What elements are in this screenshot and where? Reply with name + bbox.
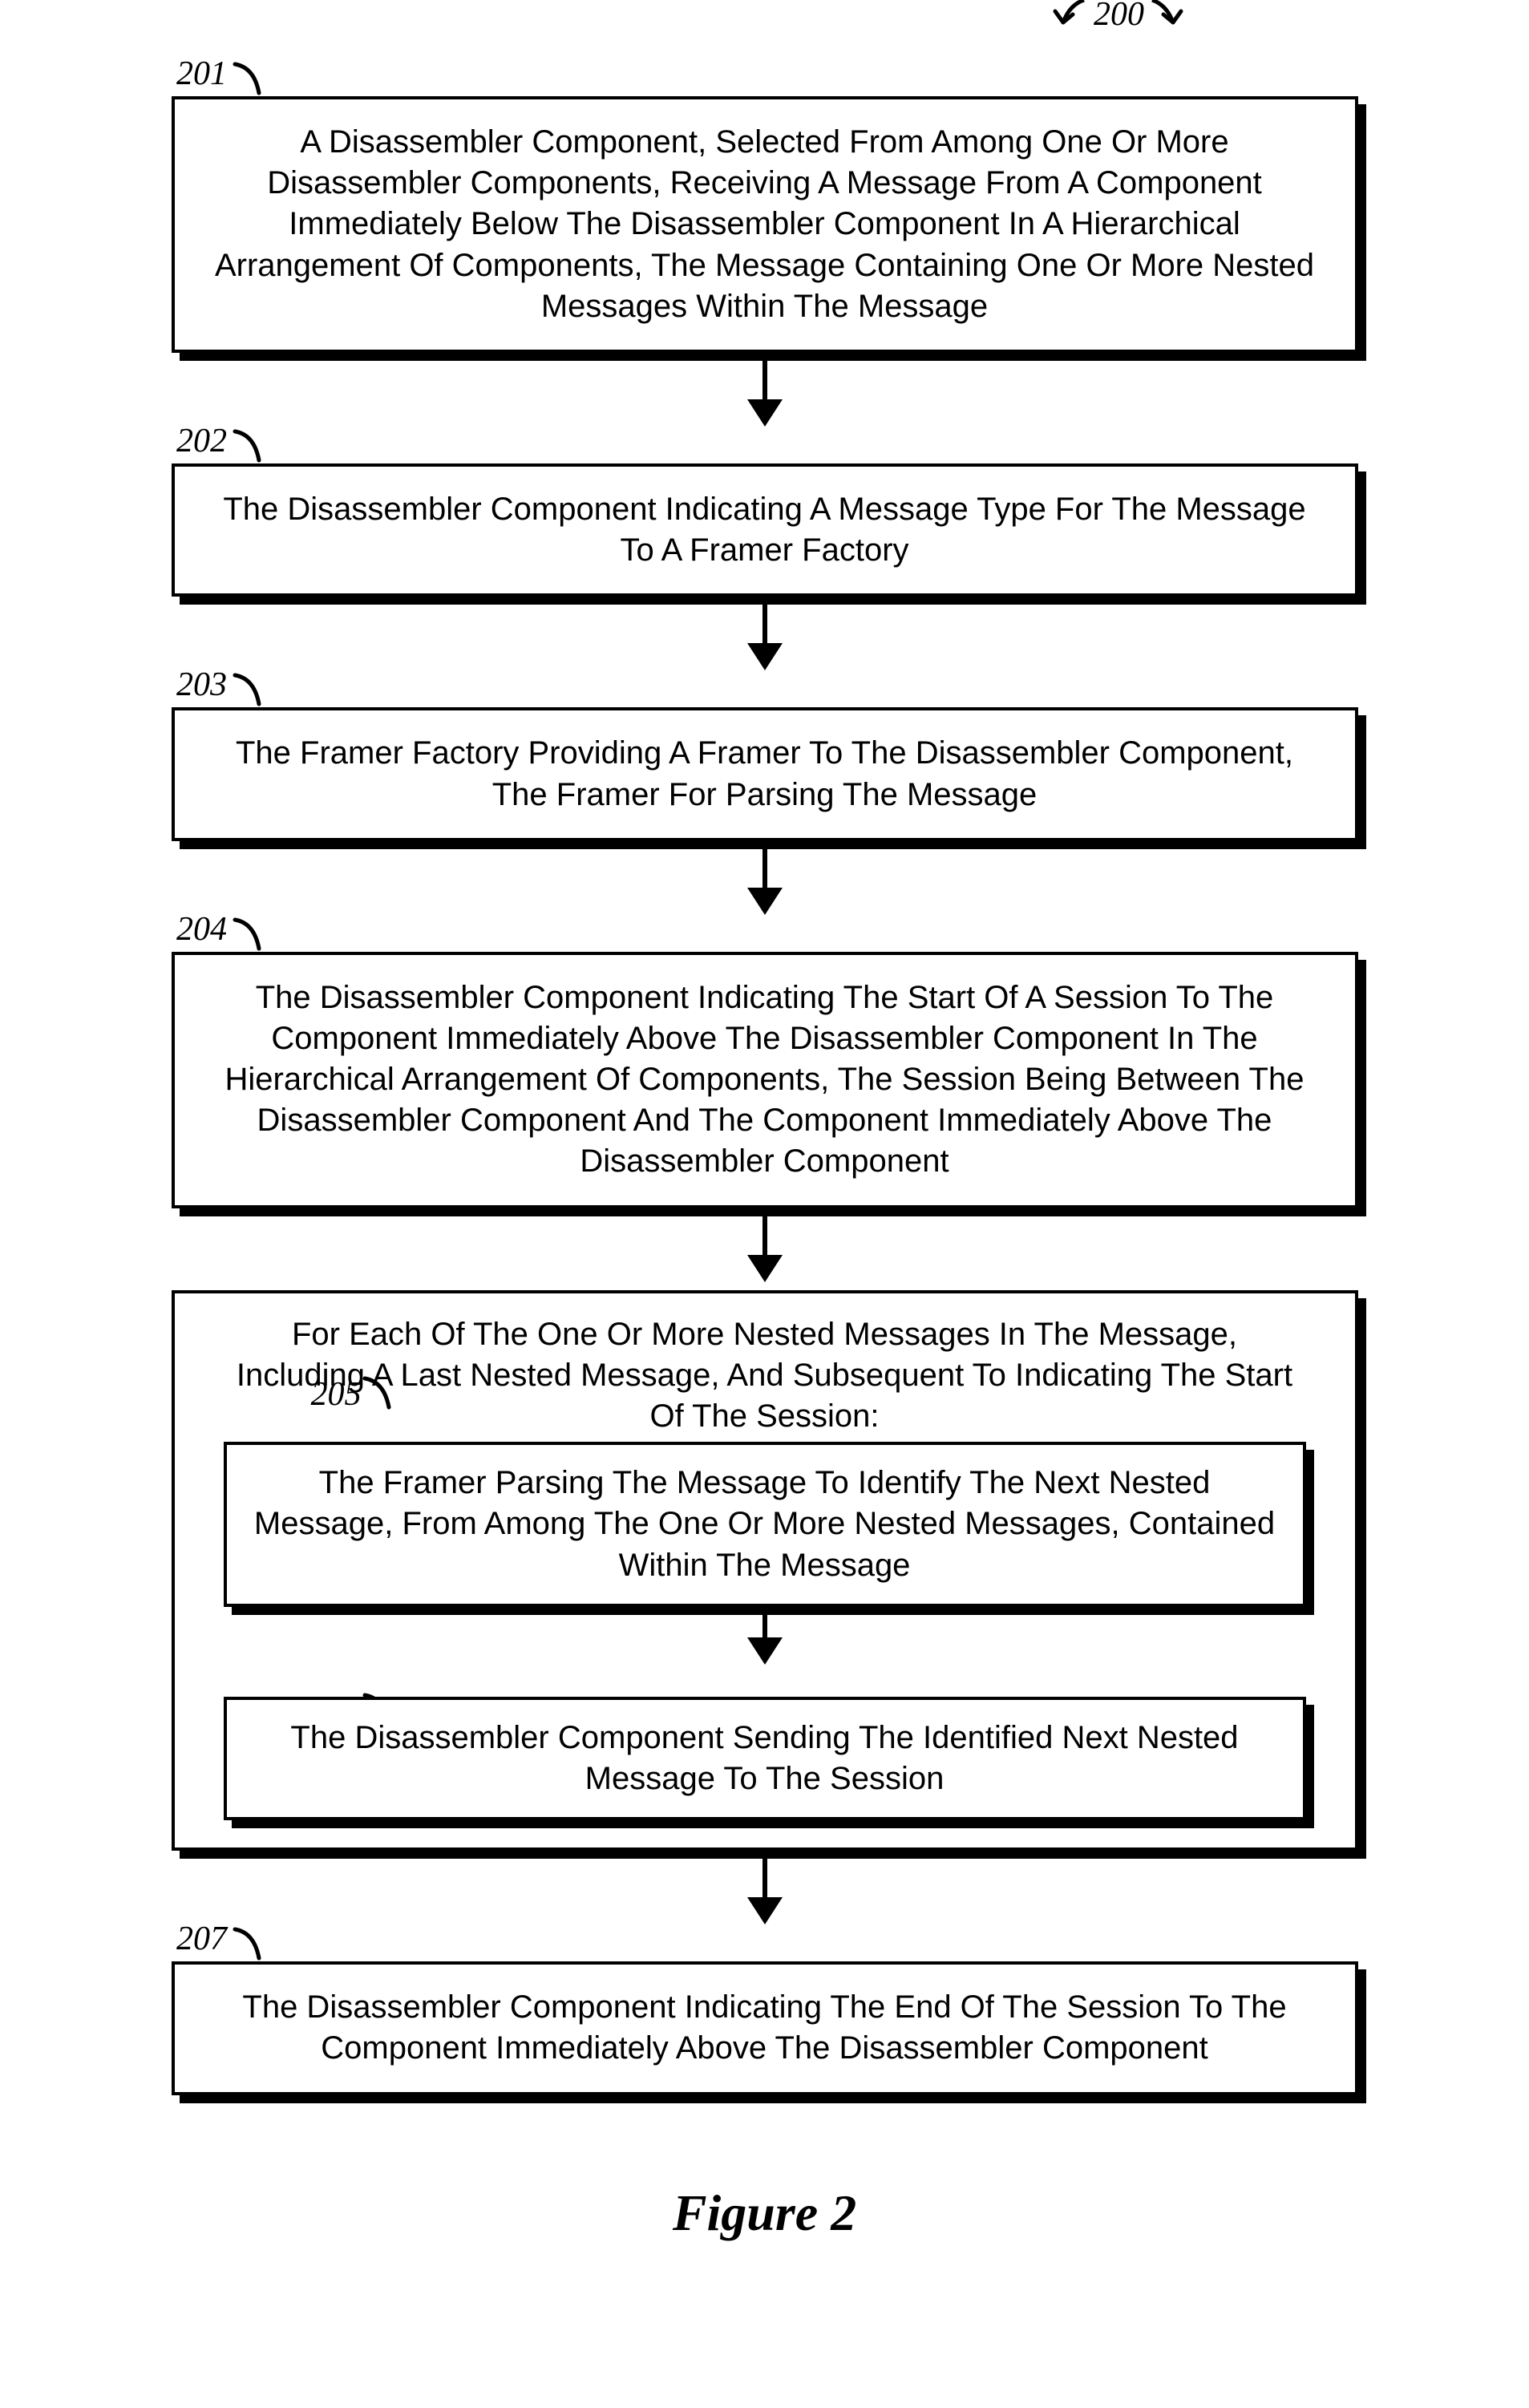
step-text-204: The Disassembler Component Indicating Th… [207,977,1323,1183]
ref-label-205: 205 [311,1375,397,1414]
step-row-202: 202 The Disassembler Component Indicatin… [64,463,1465,597]
ref-label-204: 204 [176,910,267,952]
ref-201-text: 201 [176,55,227,93]
ref-label-203: 203 [176,666,267,707]
arrow-icon [64,1859,1465,1924]
figure-ref-main: 200 [1046,0,1192,43]
step-box-201: A Disassembler Component, Selected From … [172,96,1358,353]
arrow-icon [64,1216,1465,1282]
ref-label-207: 207 [176,1920,267,1961]
step-box-202: The Disassembler Component Indicating A … [172,463,1358,597]
step-text-201: A Disassembler Component, Selected From … [207,122,1323,327]
loop-box: For Each Of The One Or More Nested Messa… [172,1290,1358,1852]
ref-207-text: 207 [176,1920,227,1958]
hook-icon [232,672,267,707]
flowchart-page: 200 201 A Disassembler Component, Select… [0,0,1529,2307]
hook-icon [232,428,267,463]
hook-icon [232,917,267,952]
arrow-icon [64,605,1465,670]
ref-label-202: 202 [176,422,267,463]
ref-label-201: 201 [176,55,267,96]
hook-icon [362,1375,397,1410]
arrow-icon [199,1615,1331,1665]
step-box-205: The Framer Parsing The Message To Identi… [224,1442,1306,1607]
step-row-204: 204 The Disassembler Component Indicatin… [64,952,1465,1208]
ref-203-text: 203 [176,666,227,704]
step-text-206: The Disassembler Component Sending The I… [251,1718,1279,1799]
step-text-205: The Framer Parsing The Message To Identi… [251,1463,1279,1586]
step-text-203: The Framer Factory Providing A Framer To… [207,733,1323,815]
ref-204-text: 204 [176,910,227,949]
hook-arrow-left-icon [1046,0,1094,43]
step-box-207: The Disassembler Component Indicating Th… [172,1961,1358,2094]
step-row-203: 203 The Framer Factory Providing A Frame… [64,707,1465,840]
step-box-204: The Disassembler Component Indicating Th… [172,952,1358,1208]
hook-arrow-right-icon [1144,0,1192,43]
figure-caption: Figure 2 [64,2183,1465,2243]
ref-main-text: 200 [1094,0,1144,34]
step-box-203: The Framer Factory Providing A Framer To… [172,707,1358,840]
hook-icon [232,61,267,96]
step-text-202: The Disassembler Component Indicating A … [207,489,1323,571]
ref-202-text: 202 [176,422,227,460]
step-row-207: 207 The Disassembler Component Indicatin… [64,1961,1465,2094]
loop-row: For Each Of The One Or More Nested Messa… [64,1290,1465,1852]
step-row-201: 201 A Disassembler Component, Selected F… [64,96,1465,353]
arrow-icon [64,849,1465,915]
step-text-207: The Disassembler Component Indicating Th… [207,1987,1323,2069]
arrow-icon [64,361,1465,427]
hook-icon [232,1926,267,1961]
ref-205-text: 205 [311,1375,362,1414]
step-box-206: The Disassembler Component Sending The I… [224,1697,1306,1820]
